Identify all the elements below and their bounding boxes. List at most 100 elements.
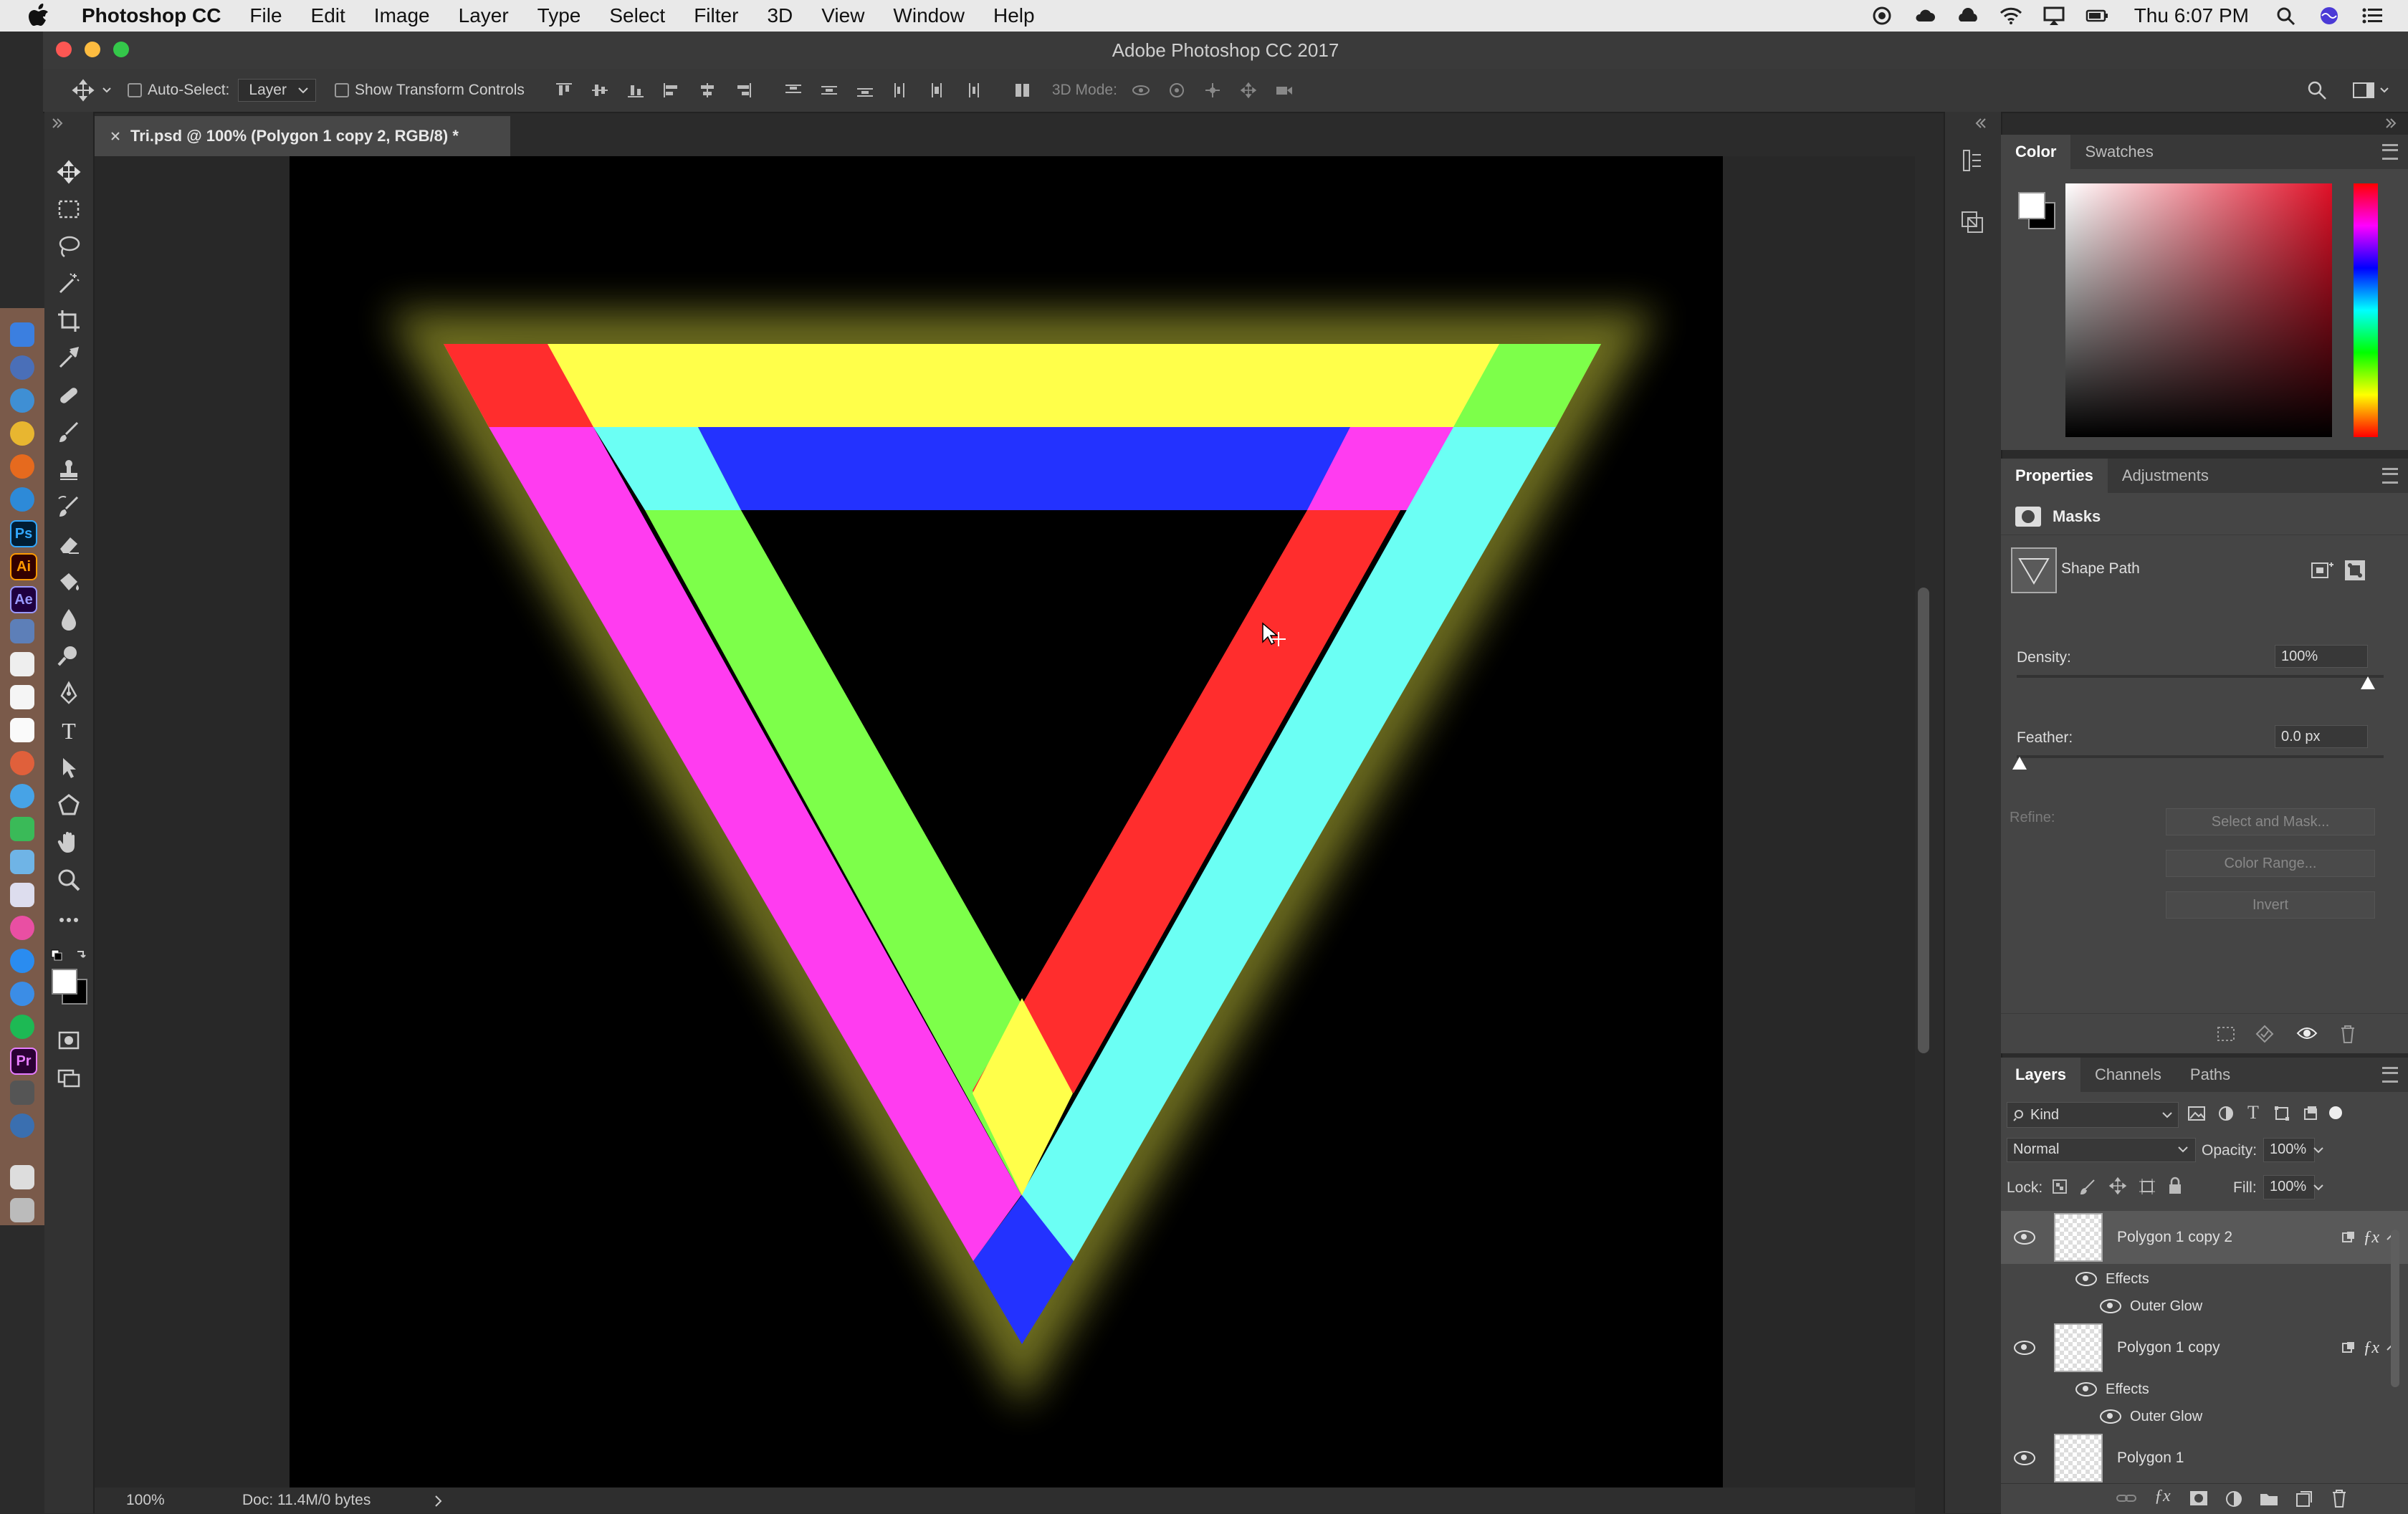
hand-tool-icon[interactable] [56, 830, 82, 856]
chevron-right-icon[interactable] [434, 1495, 443, 1508]
color-range-button[interactable]: Color Range... [2166, 850, 2375, 877]
close-document-icon[interactable] [110, 131, 120, 141]
document-tab[interactable]: Tri.psd @ 100% (Polygon 1 copy 2, RGB/8)… [95, 116, 510, 156]
lock-artboard-icon[interactable] [2139, 1178, 2156, 1195]
apply-mask-icon[interactable] [2255, 1024, 2275, 1044]
new-group-icon[interactable] [2259, 1490, 2279, 1507]
tab-paths[interactable]: Paths [2176, 1065, 2245, 1084]
default-colors-icon[interactable] [50, 949, 89, 966]
distribute-bottom-icon[interactable] [856, 82, 874, 98]
distribute-right-icon[interactable] [963, 82, 982, 98]
lasso-tool-icon[interactable] [56, 234, 82, 259]
panel-menu-icon[interactable] [2382, 468, 2398, 484]
screen-mode-icon[interactable] [56, 1065, 82, 1091]
paint-bucket-tool-icon[interactable] [56, 569, 82, 595]
opacity-chevron-icon[interactable] [2313, 1146, 2323, 1154]
premiere-icon[interactable]: Pr [10, 1048, 37, 1075]
menu-3d[interactable]: 3D [752, 4, 807, 27]
layer-effect-outer-glow-row[interactable]: Outer Glow [2001, 1293, 2408, 1320]
pen-tool-icon[interactable] [56, 681, 82, 706]
layer-effect-outer-glow-row[interactable]: Outer Glow [2001, 1403, 2408, 1430]
blur-tool-icon[interactable] [56, 606, 82, 632]
zoom-level[interactable]: 100% [126, 1492, 165, 1509]
move-tool-preset-icon[interactable] [72, 79, 115, 102]
notification-center-icon[interactable] [2361, 6, 2384, 26]
chrome-icon[interactable] [10, 355, 34, 380]
filter-smart-object-icon[interactable] [2302, 1105, 2319, 1122]
layer-effects-row[interactable]: Effects [2001, 1265, 2408, 1293]
lock-all-icon[interactable] [2167, 1177, 2183, 1195]
align-left-icon[interactable] [662, 82, 681, 98]
siri-icon[interactable] [2318, 6, 2341, 26]
add-vector-mask-icon[interactable] [2344, 559, 2366, 582]
minimize-window-button[interactable] [85, 42, 100, 57]
spotify-icon[interactable] [10, 1015, 34, 1039]
menu-layer[interactable]: Layer [444, 4, 523, 27]
align-bottom-icon[interactable] [626, 82, 645, 98]
downloads-icon[interactable] [10, 1165, 34, 1189]
menu-filter[interactable]: Filter [679, 4, 752, 27]
shape-tool-icon[interactable] [56, 792, 82, 818]
add-pixel-mask-icon[interactable] [2311, 560, 2333, 580]
crop-tool-icon[interactable] [56, 308, 82, 334]
zoom-tool-icon[interactable] [56, 867, 82, 893]
path-selection-tool-icon[interactable] [56, 755, 82, 781]
3d-pan-icon[interactable] [1203, 82, 1222, 98]
wifi-icon[interactable] [2000, 6, 2022, 26]
layer-effects-row[interactable]: Effects [2001, 1376, 2408, 1403]
apple-icon[interactable] [24, 1, 53, 30]
layer-row-polygon-1-copy-2[interactable]: Polygon 1 copy 2 ƒx [2001, 1211, 2408, 1264]
tab-channels[interactable]: Channels [2080, 1065, 2176, 1084]
document-canvas[interactable] [290, 156, 1723, 1487]
lock-transparent-icon[interactable] [2051, 1178, 2068, 1195]
screenshot-icon[interactable] [10, 1081, 34, 1105]
tab-swatches[interactable]: Swatches [2070, 143, 2167, 161]
fx-icon[interactable]: ƒx [2363, 1228, 2379, 1247]
color-foreground-swatch[interactable] [2018, 192, 2045, 219]
layers-scrollbar[interactable] [2391, 1230, 2399, 1387]
hue-slider[interactable] [2354, 183, 2378, 437]
eraser-tool-icon[interactable] [56, 532, 82, 557]
expand-tools-icon[interactable] [50, 118, 64, 129]
cloud-icon[interactable] [1914, 6, 1936, 26]
3d-orbit-icon[interactable] [1132, 82, 1150, 98]
menubar-clock[interactable]: Thu 6:07 PM [2134, 4, 2249, 27]
battery-icon[interactable] [2086, 6, 2108, 26]
eyedropper-tool-icon[interactable] [56, 345, 82, 371]
numbers-icon[interactable] [10, 850, 34, 874]
airplay-icon[interactable] [2042, 6, 2065, 26]
fill-field[interactable]: 100% [2263, 1175, 2315, 1199]
show-transform-checkbox[interactable] [334, 83, 349, 97]
auto-align-layers-icon[interactable] [1013, 82, 1032, 98]
invert-button[interactable]: Invert [2166, 891, 2375, 919]
video-call-icon[interactable] [10, 982, 34, 1006]
browser-icon[interactable] [10, 1113, 34, 1138]
color-field[interactable] [2065, 183, 2332, 437]
menu-window[interactable]: Window [879, 4, 979, 27]
link-layers-icon[interactable] [2116, 1490, 2137, 1507]
record-icon[interactable] [1870, 6, 1893, 26]
menu-select[interactable]: Select [595, 4, 679, 27]
stamp-tool-icon[interactable] [56, 457, 82, 483]
facetime-icon[interactable] [10, 817, 34, 841]
tab-adjustments[interactable]: Adjustments [2108, 466, 2223, 485]
fx-icon[interactable]: ƒx [2363, 1338, 2379, 1358]
opacity-field[interactable]: 100% [2263, 1138, 2315, 1162]
feather-field[interactable]: 0.0 px [2275, 725, 2368, 748]
photos-icon[interactable] [10, 751, 34, 775]
brush-tool-icon[interactable] [56, 420, 82, 446]
lock-position-icon[interactable] [2108, 1177, 2127, 1195]
filter-adjustment-icon[interactable] [2217, 1105, 2235, 1122]
visibility-icon[interactable] [2296, 1025, 2318, 1041]
feather-slider-handle[interactable] [2011, 755, 2028, 771]
creative-cloud-icon[interactable] [1956, 6, 1979, 26]
search-icon[interactable] [2306, 80, 2328, 101]
align-top-icon[interactable] [555, 82, 573, 98]
panel-menu-icon[interactable] [2382, 144, 2398, 160]
menu-edit[interactable]: Edit [297, 4, 360, 27]
more-tools-icon[interactable] [56, 907, 82, 933]
messages-icon[interactable] [10, 784, 34, 808]
navigator-panel-icon[interactable] [1959, 209, 1985, 235]
add-mask-icon[interactable] [2189, 1490, 2209, 1507]
fill-chevron-icon[interactable] [2313, 1184, 2323, 1191]
